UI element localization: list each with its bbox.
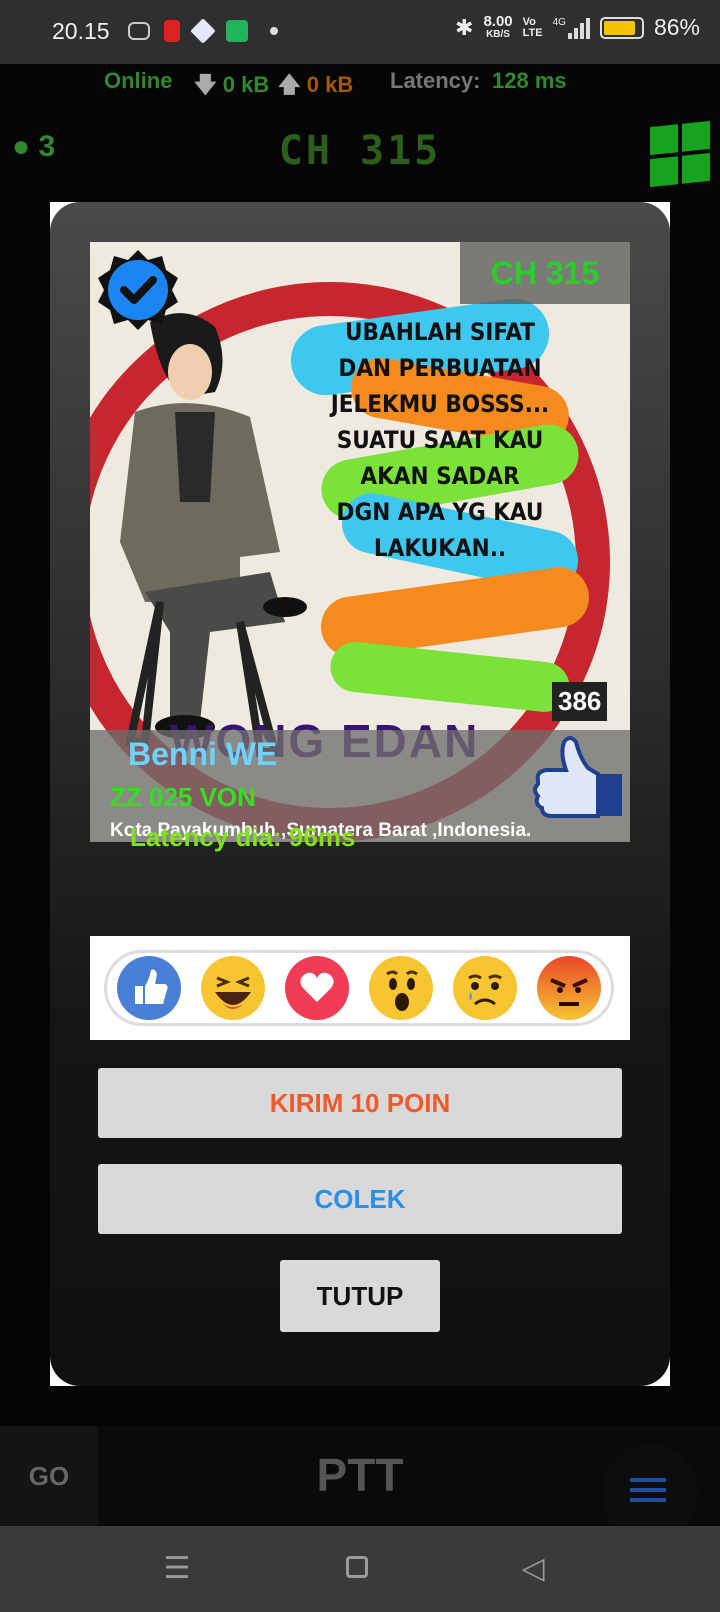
sad-reaction-icon[interactable] bbox=[453, 956, 517, 1020]
user-callsign: ZZ 025 VON bbox=[110, 782, 256, 812]
like-count: 386 bbox=[552, 682, 608, 721]
connection-status: Online bbox=[104, 68, 173, 93]
home-icon[interactable] bbox=[340, 1552, 374, 1586]
bluetooth-icon: ✱ bbox=[455, 14, 474, 40]
chat-notification-icon bbox=[128, 22, 150, 40]
peer-latency: Latency dia: 96ms bbox=[130, 822, 356, 852]
profile-quote: UBAHLAH SIFAT DAN PERBUATAN JELEKMU BOSS… bbox=[330, 318, 550, 562]
send-points-button[interactable]: KIRIM 10 POIN bbox=[98, 1068, 622, 1138]
battery-level bbox=[603, 20, 635, 35]
battery-icon bbox=[599, 16, 644, 39]
diamond-app-icon bbox=[190, 18, 216, 44]
status-bar: 20.15 ✱ 8.00 KB/S Vo LTE 4G 86% bbox=[0, 0, 720, 64]
pay-app-icon bbox=[164, 20, 180, 42]
angry-reaction-icon[interactable] bbox=[537, 956, 601, 1020]
system-navigation-bar: ☰ ◁ bbox=[0, 1526, 720, 1612]
upload-stat: 🡅 0 kB bbox=[278, 72, 354, 97]
poke-button[interactable]: COLEK bbox=[98, 1164, 622, 1234]
user-name: Benni WE bbox=[128, 736, 278, 772]
download-stat: 🡇 0 kB bbox=[194, 72, 270, 97]
love-reaction-icon[interactable] bbox=[285, 956, 349, 1020]
person-illustration bbox=[120, 313, 307, 756]
arrow-down-icon: 🡇 bbox=[194, 72, 217, 97]
more-notifications-dot-icon bbox=[270, 27, 278, 35]
close-button[interactable]: TUTUP bbox=[280, 1260, 440, 1332]
thumbs-up-icon[interactable] bbox=[530, 734, 626, 820]
user-profile-dialog: UBAHLAH SIFAT DAN PERBUATAN JELEKMU BOSS… bbox=[50, 202, 670, 1386]
latency-value: 128 ms bbox=[492, 68, 567, 93]
wow-reaction-icon[interactable] bbox=[369, 956, 433, 1020]
notification-icons bbox=[128, 18, 278, 44]
clock: 20.15 bbox=[52, 18, 110, 44]
arrow-up-icon: 🡅 bbox=[278, 72, 301, 97]
latency-label: Latency: bbox=[390, 68, 481, 93]
network-speed: 8.00 KB/S bbox=[483, 12, 513, 40]
signal-icon: 4G bbox=[553, 17, 590, 39]
channel-badge: CH 315 bbox=[460, 242, 630, 304]
reaction-bar bbox=[104, 950, 614, 1026]
channel-header: ● 3 CH 315 bbox=[0, 120, 720, 188]
windows-logo-icon[interactable] bbox=[650, 120, 710, 188]
channel-title: CH 315 bbox=[278, 128, 442, 174]
network-status-bar: Online 🡇 0 kB 🡅 0 kB Latency: 128 ms bbox=[0, 68, 720, 98]
haha-reaction-icon[interactable] bbox=[201, 956, 265, 1020]
system-indicators: ✱ 8.00 KB/S Vo LTE 4G 86% bbox=[455, 14, 700, 41]
volte-icon: Vo LTE bbox=[522, 15, 543, 39]
like-reaction-icon[interactable] bbox=[117, 956, 181, 1020]
reaction-panel bbox=[90, 936, 630, 1040]
recents-icon[interactable]: ☰ bbox=[160, 1552, 194, 1586]
verified-badge-icon bbox=[98, 250, 178, 330]
hamburger-icon bbox=[630, 1478, 666, 1482]
bottom-bar: GO PTT bbox=[0, 1426, 720, 1540]
profile-picture: UBAHLAH SIFAT DAN PERBUATAN JELEKMU BOSS… bbox=[90, 242, 630, 842]
battery-percent: 86% bbox=[653, 14, 700, 40]
back-icon[interactable]: ◁ bbox=[516, 1552, 550, 1586]
shield-app-icon bbox=[226, 20, 248, 42]
